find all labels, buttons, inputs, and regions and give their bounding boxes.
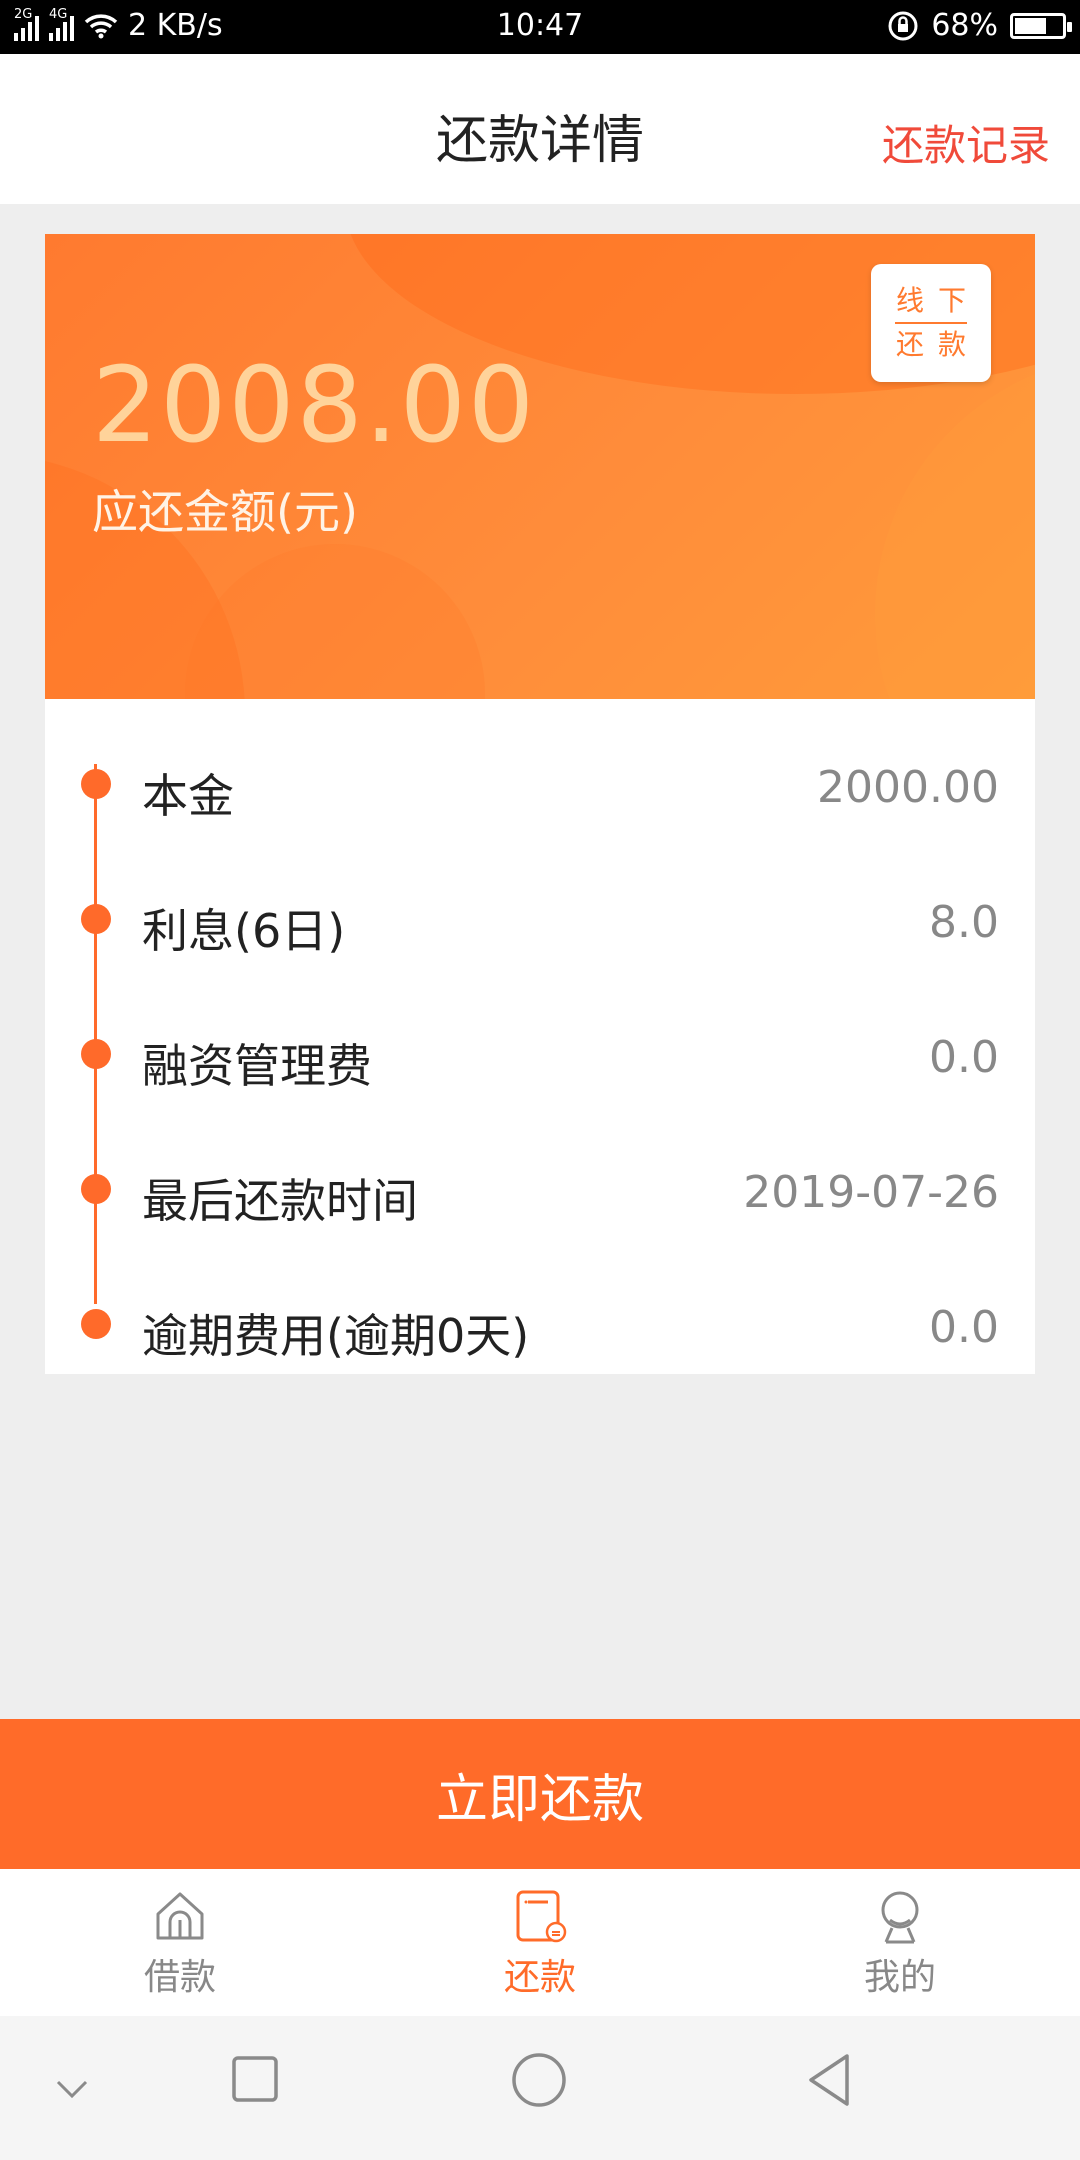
offline-button-top-label: 线下 (895, 284, 980, 317)
bottom-nav: 借款 还款 我的 (0, 1869, 1080, 2016)
offline-button-divider (895, 322, 967, 324)
detail-row-due-date: 最后还款时间 2019-07-26 (45, 1139, 1035, 1239)
detail-label: 最后还款时间 (142, 1174, 418, 1228)
back-icon[interactable] (805, 2052, 855, 2108)
nav-item-repay[interactable]: 还款 (360, 1869, 720, 2016)
nav-label: 还款 (503, 1956, 576, 1998)
nav-label: 我的 (863, 1956, 936, 1998)
detail-row-overdue-fee: 逾期费用(逾期0天) 0.0 (45, 1274, 1035, 1374)
banner-wave (185, 544, 485, 699)
detail-value: 0.0 (929, 1032, 999, 1083)
offline-button-bottom-label: 还款 (895, 328, 980, 361)
detail-label: 利息(6日) (142, 904, 346, 958)
battery-percent: 68% (931, 8, 998, 43)
timeline-dot (81, 1174, 111, 1204)
status-bar: 2G 4G 2 KB/s 10:47 68% (0, 0, 1080, 54)
amount-banner: 2008.00 应还金额(元) 线下 还款 (45, 234, 1035, 699)
nav-label: 借款 (143, 1956, 216, 1998)
detail-label: 融资管理费 (142, 1039, 372, 1093)
repay-now-button[interactable]: 立即还款 (0, 1719, 1080, 1869)
rotation-lock-icon (888, 11, 918, 40)
repayment-card: 2008.00 应还金额(元) 线下 还款 本金 2000.00 利息(6日) … (45, 234, 1035, 1374)
nav-item-mine[interactable]: 我的 (720, 1869, 1080, 2016)
detail-label: 逾期费用(逾期0天) (142, 1309, 530, 1363)
recent-apps-icon[interactable] (232, 2056, 278, 2102)
user-icon (881, 1891, 919, 1943)
timeline-dot (81, 769, 111, 799)
detail-row-interest: 利息(6日) 8.0 (45, 869, 1035, 969)
battery-fill (1015, 17, 1047, 34)
offline-repayment-button[interactable]: 线下 还款 (871, 264, 991, 382)
repayment-record-link[interactable]: 还款记录 (882, 112, 1050, 173)
detail-row-management-fee: 融资管理费 0.0 (45, 1004, 1035, 1104)
battery-icon (1010, 12, 1072, 39)
amount-due: 2008.00 (92, 344, 537, 466)
detail-value: 0.0 (929, 1302, 999, 1353)
timeline-dot (81, 1309, 111, 1339)
detail-value: 2000.00 (817, 762, 999, 813)
detail-row-principal: 本金 2000.00 (45, 734, 1035, 834)
chevron-down-icon[interactable] (52, 2074, 92, 2104)
detail-value: 2019-07-26 (743, 1167, 999, 1218)
app-header: 还款详情 还款记录 (0, 54, 1080, 204)
timeline-dot (81, 904, 111, 934)
system-nav-bar (0, 2016, 1080, 2160)
amount-due-label: 应还金额(元) (92, 485, 358, 539)
banner-wave (875, 354, 1035, 699)
detail-value: 8.0 (929, 897, 999, 948)
detail-label: 本金 (142, 769, 234, 823)
bill-icon (516, 1890, 567, 1942)
home-icon (156, 1892, 204, 1939)
timeline-dot (81, 1039, 111, 1069)
home-button-icon[interactable] (511, 2052, 567, 2108)
nav-item-borrow[interactable]: 借款 (0, 1869, 360, 2016)
status-right: 68% (887, 8, 1072, 43)
